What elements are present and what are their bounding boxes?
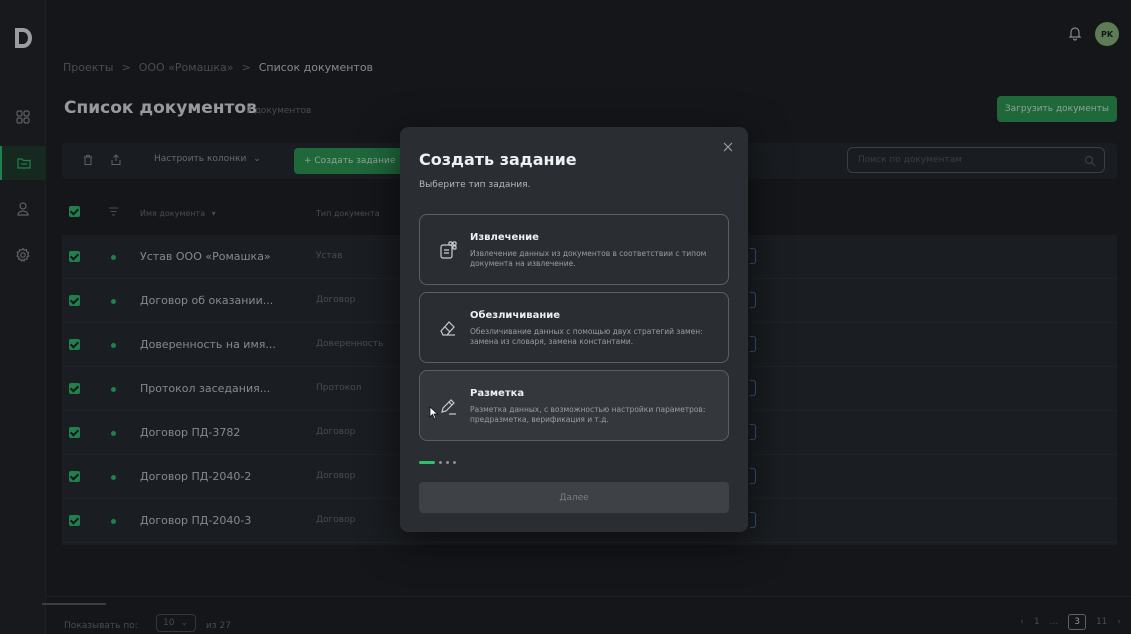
step-indicator <box>419 460 456 464</box>
task-option-anonymization[interactable]: Обезличивание Обезличивание данных с пом… <box>419 292 729 363</box>
mouse-cursor-icon <box>429 406 439 420</box>
option-title: Разметка <box>470 388 525 399</box>
option-title: Обезличивание <box>470 310 561 321</box>
create-task-modal: Создать задание Выберите тип задания. Из… <box>400 127 748 532</box>
eraser-icon <box>440 321 455 336</box>
task-option-markup[interactable]: Разметка Разметка данных, с возможностью… <box>419 370 729 441</box>
step-dot <box>446 460 449 464</box>
modal-title: Создать задание <box>419 150 577 169</box>
close-icon[interactable] <box>722 141 734 153</box>
app-window: PK Проекты > ООО «Ромашка» > Список доку… <box>0 0 1131 634</box>
extract-icon <box>440 241 457 259</box>
step-dot <box>453 460 456 464</box>
step-dot <box>439 460 442 464</box>
option-title: Извлечение <box>470 232 539 243</box>
task-option-extraction[interactable]: Извлечение Извлечение данных из документ… <box>419 214 729 285</box>
option-description: Обезличивание данных с помощью двух стра… <box>470 327 703 346</box>
step-dot-active <box>419 460 435 464</box>
option-description: Разметка данных, с возможностью настройк… <box>470 405 706 424</box>
pencil-icon <box>441 399 456 415</box>
next-button[interactable]: Далее <box>419 482 729 513</box>
modal-subtitle: Выберите тип задания. <box>419 180 531 190</box>
option-description: Извлечение данных из документов в соотве… <box>470 249 707 268</box>
